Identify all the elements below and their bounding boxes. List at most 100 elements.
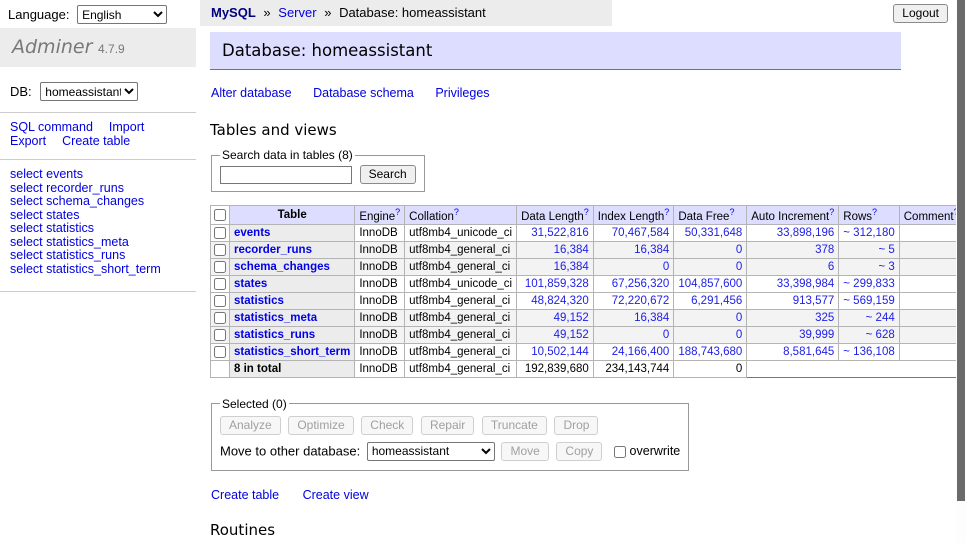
table-link[interactable]: statistics_short_term <box>234 346 350 358</box>
data-length-link[interactable]: 10,502,144 <box>531 346 589 358</box>
row-checkbox[interactable] <box>214 295 226 307</box>
row-checkbox[interactable] <box>214 329 226 341</box>
data-length-link[interactable]: 49,152 <box>554 329 589 341</box>
data-free-link[interactable]: 0 <box>736 312 742 324</box>
auto-increment-link[interactable]: 325 <box>815 312 834 324</box>
select-all-checkbox[interactable] <box>214 209 226 221</box>
overwrite-checkbox[interactable] <box>614 446 626 458</box>
index-length-link[interactable]: 16,384 <box>634 312 669 324</box>
data-free-link[interactable]: 188,743,680 <box>678 346 742 358</box>
copy-button[interactable]: Copy <box>556 442 602 461</box>
privileges-link[interactable]: Privileges <box>435 86 489 100</box>
index-length-link[interactable]: 72,220,672 <box>612 295 670 307</box>
vertical-scrollbar[interactable] <box>956 0 966 543</box>
table-link[interactable]: states <box>234 278 267 290</box>
auto-increment-link[interactable]: 33,898,196 <box>777 227 835 239</box>
breadcrumb-mysql-link[interactable]: MySQL <box>211 5 256 20</box>
optimize-button[interactable]: Optimize <box>288 416 353 435</box>
repair-button[interactable]: Repair <box>421 416 474 435</box>
data-free-link[interactable]: 0 <box>736 261 742 273</box>
data-free-link[interactable]: 104,857,600 <box>678 278 742 290</box>
rows-count-link[interactable]: ~ 3 <box>878 261 894 273</box>
help-icon[interactable]: ? <box>872 207 877 217</box>
auto-increment-link[interactable]: 8,581,645 <box>783 346 834 358</box>
index-length-link[interactable]: 16,384 <box>634 244 669 256</box>
sidebar-select-states-link[interactable]: select states <box>10 209 196 223</box>
logout-button[interactable]: Logout <box>893 4 948 23</box>
row-checkbox[interactable] <box>214 227 226 239</box>
row-checkbox[interactable] <box>214 278 226 290</box>
help-icon[interactable]: ? <box>584 207 589 217</box>
search-button[interactable]: Search <box>360 165 416 184</box>
data-free-link[interactable]: 6,291,456 <box>691 295 742 307</box>
data-length-link[interactable]: 16,384 <box>554 244 589 256</box>
data-length-link[interactable]: 31,522,816 <box>531 227 589 239</box>
row-checkbox[interactable] <box>214 346 226 358</box>
rows-count-link[interactable]: ~ 628 <box>866 329 895 341</box>
index-length-link[interactable]: 70,467,584 <box>612 227 670 239</box>
help-icon[interactable]: ? <box>395 207 400 217</box>
data-length-link[interactable]: 48,824,320 <box>531 295 589 307</box>
truncate-button[interactable]: Truncate <box>482 416 547 435</box>
auto-increment-link[interactable]: 39,999 <box>799 329 834 341</box>
language-select[interactable]: English <box>77 5 167 24</box>
data-length-link[interactable]: 49,152 <box>554 312 589 324</box>
table-link[interactable]: statistics <box>234 295 284 307</box>
data-free-link[interactable]: 0 <box>736 244 742 256</box>
sidebar-import-link[interactable]: Import <box>109 120 144 134</box>
auto-increment-link[interactable]: 33,398,984 <box>777 278 835 290</box>
rows-count-link[interactable]: ~ 136,108 <box>843 346 894 358</box>
move-database-select[interactable]: homeassistant <box>367 442 495 461</box>
table-link[interactable]: events <box>234 227 270 239</box>
sidebar-select-recorder-runs-link[interactable]: select recorder_runs <box>10 182 196 196</box>
data-free-link[interactable]: 50,331,648 <box>685 227 743 239</box>
sidebar-select-statistics-short-term-link[interactable]: select statistics_short_term <box>10 263 196 277</box>
sidebar-create-table-link[interactable]: Create table <box>62 134 130 148</box>
auto-increment-link[interactable]: 913,577 <box>793 295 835 307</box>
breadcrumb-server-link[interactable]: Server <box>278 5 316 20</box>
rows-count-link[interactable]: ~ 299,833 <box>843 278 894 290</box>
help-icon[interactable]: ? <box>664 207 669 217</box>
scrollbar-thumb[interactable] <box>957 0 965 501</box>
help-icon[interactable]: ? <box>729 207 734 217</box>
rows-count-link[interactable]: ~ 569,159 <box>843 295 894 307</box>
auto-increment-link[interactable]: 378 <box>815 244 834 256</box>
index-length-link[interactable]: 67,256,320 <box>612 278 670 290</box>
row-checkbox[interactable] <box>214 312 226 324</box>
data-length-link[interactable]: 16,384 <box>554 261 589 273</box>
check-button[interactable]: Check <box>361 416 413 435</box>
rows-count-link[interactable]: ~ 244 <box>866 312 895 324</box>
move-button[interactable]: Move <box>501 442 548 461</box>
db-select[interactable]: homeassistant <box>40 82 138 101</box>
create-view-link[interactable]: Create view <box>303 488 369 502</box>
auto-increment-link[interactable]: 6 <box>828 261 834 273</box>
row-checkbox[interactable] <box>214 261 226 273</box>
table-link[interactable]: statistics_meta <box>234 312 317 324</box>
help-icon[interactable]: ? <box>454 207 459 217</box>
sidebar-select-events-link[interactable]: select events <box>10 168 196 182</box>
create-table-link[interactable]: Create table <box>211 488 279 502</box>
rows-count-link[interactable]: ~ 312,180 <box>843 227 894 239</box>
sidebar-export-link[interactable]: Export <box>10 134 46 148</box>
sidebar-select-statistics-meta-link[interactable]: select statistics_meta <box>10 236 196 250</box>
sidebar-select-schema-changes-link[interactable]: select schema_changes <box>10 195 196 209</box>
index-length-link[interactable]: 24,166,400 <box>612 346 670 358</box>
database-schema-link[interactable]: Database schema <box>313 86 414 100</box>
data-free-link[interactable]: 0 <box>736 329 742 341</box>
sidebar-sql-command-link[interactable]: SQL command <box>10 120 93 134</box>
alter-database-link[interactable]: Alter database <box>211 86 292 100</box>
data-length-link[interactable]: 101,859,328 <box>525 278 589 290</box>
sidebar-select-statistics-runs-link[interactable]: select statistics_runs <box>10 249 196 263</box>
analyze-button[interactable]: Analyze <box>220 416 281 435</box>
table-link[interactable]: schema_changes <box>234 261 330 273</box>
row-checkbox[interactable] <box>214 244 226 256</box>
index-length-link[interactable]: 0 <box>663 261 669 273</box>
drop-button[interactable]: Drop <box>554 416 598 435</box>
sidebar-select-statistics-link[interactable]: select statistics <box>10 222 196 236</box>
help-icon[interactable]: ? <box>829 207 834 217</box>
index-length-link[interactable]: 0 <box>663 329 669 341</box>
table-link[interactable]: recorder_runs <box>234 244 312 256</box>
search-input[interactable] <box>220 166 352 184</box>
table-link[interactable]: statistics_runs <box>234 329 315 341</box>
rows-count-link[interactable]: ~ 5 <box>878 244 894 256</box>
